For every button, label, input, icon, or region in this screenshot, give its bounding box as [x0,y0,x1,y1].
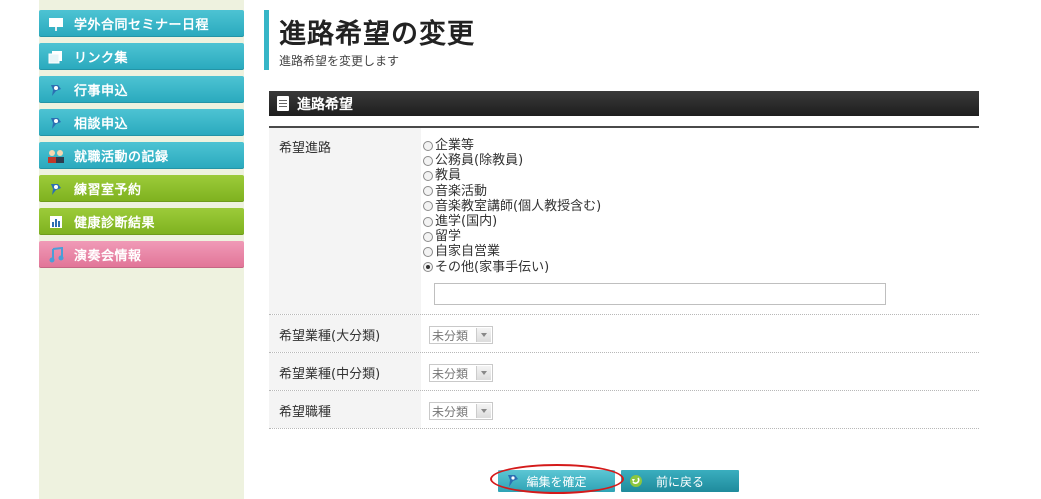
sidebar-item-label: リンク集 [74,51,129,66]
form-row-industry-middle: 希望業種(中分類) [269,353,979,391]
field-label: 希望進路 [279,141,332,156]
select-value: 未分類 [432,404,469,419]
select-value: 未分類 [432,366,469,381]
back-button[interactable]: 前に戻る [621,470,739,492]
document-icon [277,96,289,111]
field-label-cell: 希望業種(中分類) [269,353,421,390]
section-header: 進路希望 [269,91,979,116]
radio-label: その他(家事手伝い) [435,259,550,275]
radio-label: 音楽活動 [435,183,488,199]
sidebar-item-label: 練習室予約 [74,183,142,198]
radio-option[interactable]: 留学 [423,229,601,244]
radio-option[interactable]: 進学(国内) [423,214,601,229]
radio-option[interactable]: 公務員(除教員) [423,153,601,168]
field-label-cell: 希望進路 [269,128,421,314]
industry-middle-select[interactable]: 未分類 [429,364,493,382]
pin-icon [506,474,520,488]
radio-option[interactable]: 音楽教室講師(個人教授含む) [423,199,601,214]
pin-icon [47,115,65,131]
radio-label: 留学 [435,229,462,245]
radio-button[interactable] [423,246,433,257]
sidebar-item-label: 学外合同セミナー日程 [74,18,210,33]
sidebar-item-event-application[interactable]: 行事申込 [39,76,244,103]
field-label-cell: 希望職種 [269,391,421,428]
sidebar-item-practice-room-booking[interactable]: 練習室予約 [39,175,244,202]
radio-button[interactable] [423,186,433,197]
field-label-cell: 希望業種(大分類) [269,315,421,352]
radio-button[interactable] [423,170,433,181]
sidebar-item-label: 演奏会情報 [74,249,142,264]
radio-option[interactable]: 企業等 [423,138,601,153]
radio-option[interactable]: 教員 [423,168,601,183]
page-title: 進路希望の変更 [279,19,475,50]
sidebar-item-job-hunting-record[interactable]: 就職活動の記録 [39,142,244,169]
chevron-down-icon [476,404,491,418]
radio-button[interactable] [423,231,433,242]
sidebar-item-consultation-application[interactable]: 相談申込 [39,109,244,136]
back-arrow-icon [629,474,643,488]
course-radio-group: 企業等 公務員(除教員) 教員 音楽活動 音楽教室講師(個人教授含む) 進学(国… [423,138,601,275]
radio-button[interactable] [423,201,433,212]
field-label: 希望業種(中分類) [279,367,381,382]
radio-button[interactable] [423,216,433,227]
link-pages-icon [47,49,65,65]
bar-report-icon [47,214,65,230]
sidebar-item-label: 就職活動の記録 [74,150,169,165]
sidebar-item-links[interactable]: リンク集 [39,43,244,70]
confirm-edit-button[interactable]: 編集を確定 [498,470,615,492]
radio-label: 進学(国内) [435,213,498,229]
other-course-input[interactable] [434,283,886,305]
pin-icon [47,181,65,197]
radio-label: 自家自営業 [435,244,501,260]
sidebar-item-label: 行事申込 [74,84,129,99]
sidebar: 学外合同セミナー日程 リンク集 行事申込 相談申込 就職活動の記録 練習室予約 [39,0,244,499]
sidebar-item-concert-info[interactable]: 演奏会情報 [39,241,244,268]
industry-major-select[interactable]: 未分類 [429,326,493,344]
radio-option[interactable]: 自家自営業 [423,244,601,259]
sidebar-item-label: 健康診断結果 [74,216,156,231]
sidebar-item-label: 相談申込 [74,117,129,132]
radio-option[interactable]: その他(家事手伝い) [423,260,601,275]
form-row-job: 希望職種 [269,391,979,429]
sidebar-item-seminar-schedule[interactable]: 学外合同セミナー日程 [39,10,244,37]
chevron-down-icon [476,366,491,380]
section-title: 進路希望 [297,96,353,113]
presentation-board-icon [47,16,65,32]
radio-label: 教員 [435,168,462,184]
page-subtitle: 進路希望を変更します [279,54,400,68]
radio-button[interactable] [423,140,433,151]
field-label: 希望業種(大分類) [279,329,381,344]
back-label: 前に戻る [655,474,704,489]
radio-label: 音楽教室講師(個人教授含む) [435,198,602,214]
radio-label: 公務員(除教員) [435,153,524,169]
pin-icon [47,82,65,98]
music-note-icon [47,246,65,263]
chevron-down-icon [476,328,491,342]
radio-button[interactable] [423,155,433,166]
form-row-industry-major: 希望業種(大分類) [269,315,979,353]
confirm-edit-label: 編集を確定 [526,474,587,489]
people-icon [47,148,65,164]
radio-label: 企業等 [435,138,475,153]
field-label: 希望職種 [279,405,332,420]
sidebar-item-health-checkup[interactable]: 健康診断結果 [39,208,244,235]
job-select[interactable]: 未分類 [429,402,493,420]
radio-button-selected[interactable] [423,262,433,273]
title-accent-bar [264,10,269,70]
select-value: 未分類 [432,328,469,343]
radio-option[interactable]: 音楽活動 [423,184,601,199]
